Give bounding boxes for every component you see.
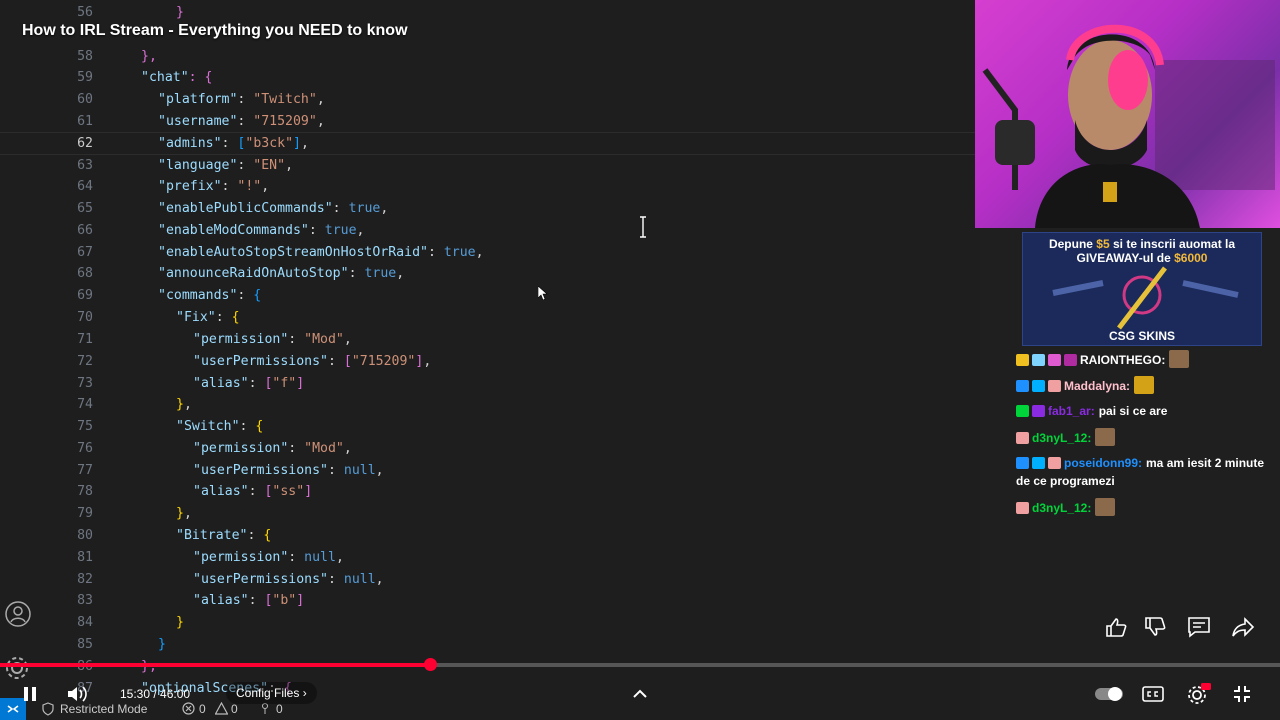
code-line: 58 }, [77,49,157,64]
warning-icon [215,702,228,715]
code-line: 69 "commands": { [77,288,262,303]
thumbs-down-icon[interactable] [1143,616,1167,638]
badge-icon [1016,405,1029,417]
status-bar: Restricted Mode 0 0 0 [0,698,980,720]
badge-icon [1016,457,1029,469]
chevron-up-icon[interactable] [630,684,650,704]
code-line: 81 "permission": null, [77,550,344,565]
code-line: 71 "permission": "Mod", [77,332,352,347]
code-line: 64 "prefix": "!", [77,179,270,194]
badge-icon [1032,405,1045,417]
code-line: 67 "enableAutoStopStreamOnHostOrRaid": t… [77,245,484,260]
code-line: 72 "userPermissions": ["715209"], [77,354,432,369]
chapter-button[interactable]: Config Files › [226,682,317,704]
chat-message: poseidonn99: ma am iesit 2 minute de ce p… [1016,456,1265,488]
text-cursor-icon [640,216,646,238]
badge-icon [1032,380,1045,392]
share-icon[interactable] [1231,616,1255,638]
restricted-mode-label[interactable]: Restricted Mode [60,702,147,716]
code-line: 85 } [77,637,166,652]
thumbs-up-icon[interactable] [1104,616,1128,638]
code-line: 66 "enableModCommands": true, [77,223,365,238]
chat-message: fab1_ar: pai si ce are [1016,402,1266,420]
gear-icon[interactable] [4,655,30,681]
badge-icon [1016,380,1029,392]
code-line: 78 "alias": ["ss"] [77,484,313,499]
emote-icon [1134,376,1155,394]
comment-icon[interactable] [1187,616,1211,638]
account-icon[interactable] [4,600,32,628]
chat-message: Maddalyna: [1016,376,1266,395]
ports-count[interactable]: 0 [276,702,283,716]
badge-icon [1032,354,1045,366]
streamer-figure [982,24,1275,228]
badge-icon [1048,457,1061,469]
badge-icon [1016,502,1029,514]
code-line: 60 "platform": "Twitch", [77,92,325,107]
code-line: 83 "alias": ["b"] [77,593,305,608]
code-line: 70 "Fix": { [77,310,240,325]
badge-icon [1016,432,1029,444]
badge-icon [1048,380,1061,392]
code-line: 56 } [77,5,184,20]
chat-message: d3nyL_12: [1016,498,1266,517]
mouse-pointer-icon [538,286,548,300]
exit-fullscreen-icon[interactable] [1232,684,1252,704]
code-line: 75 "Switch": { [77,419,264,434]
code-line: 79 }, [77,506,192,521]
pause-icon[interactable] [20,684,40,704]
code-line: 76 "permission": "Mod", [77,441,352,456]
video-title: How to IRL Stream - Everything you NEED … [22,22,408,39]
code-line: 63 "language": "EN", [77,158,294,173]
code-line: 84 } [77,615,184,630]
emote-icon [1095,498,1116,516]
emote-icon [1095,428,1116,446]
chevron-right-icon: › [302,686,307,700]
code-line: 61 "username": "715209", [77,114,325,129]
badge-icon [1032,457,1045,469]
captions-icon[interactable] [1141,684,1165,704]
code-line: 77 "userPermissions": null, [77,463,384,478]
settings-hd-icon[interactable] [1185,683,1211,705]
emote-icon [1169,350,1190,368]
code-line: 74 }, [77,397,192,412]
code-line: 68 "announceRaidOnAutoStop": true, [77,266,405,281]
giveaway-promo[interactable]: Depune $5 si te inscrii auomat la GIVEAW… [1022,232,1262,346]
badge-icon [1016,354,1029,366]
badge-icon [1064,354,1077,366]
promo-brand-logo: CSG SKINS [1108,329,1175,343]
code-line: 82 "userPermissions": null, [77,572,384,587]
warning-count[interactable]: 0 [231,702,238,716]
progress-scrubber[interactable] [424,658,437,671]
code-line: 59 "chat": { [77,70,213,85]
code-line-active: 62 "admins": ["b3ck"], [0,132,980,155]
webcam-overlay [975,0,1280,228]
error-icon [182,702,195,715]
progress-played [0,663,431,667]
time-display: 15:30 / 46:00 [120,687,191,701]
code-editor[interactable]: How to IRL Stream - Everything you NEED … [0,0,980,720]
code-line: 73 "alias": ["f"] [77,376,305,391]
chat-message: d3nyL_12: [1016,428,1266,447]
shield-icon [42,702,54,716]
autoplay-toggle[interactable] [1094,685,1124,703]
badge-icon [1048,354,1061,366]
chat-message: RAIONTHEGO: [1016,350,1266,369]
code-line: 80 "Bitrate": { [77,528,272,543]
volume-icon[interactable] [66,684,90,704]
code-line: 65 "enablePublicCommands": true, [77,201,389,216]
error-count[interactable]: 0 [199,702,206,716]
